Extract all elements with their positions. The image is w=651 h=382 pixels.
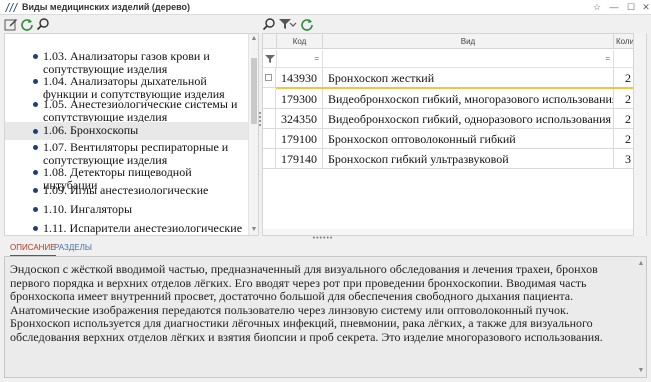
- tree-item-label: 1.05. Анестезиологические системы и сопу…: [43, 97, 238, 124]
- row-indicator[interactable]: [263, 68, 276, 88]
- tree-bullet: [33, 207, 38, 212]
- tree-bullet: [33, 188, 38, 193]
- tree-item[interactable]: 1.08. Детекторы пищеводной интубации: [5, 166, 249, 192]
- cell-kind[interactable]: Бронхоскоп гибкий ультразвуковой: [323, 149, 614, 169]
- search-icon[interactable]: [262, 17, 276, 31]
- window-title: Виды медицинских изделий (дерево): [22, 2, 191, 12]
- tree-item-label: 1.09. Иглы анестезиологические: [43, 183, 209, 197]
- scroll-down-icon[interactable]: ▼: [637, 367, 645, 374]
- filter-cell-code[interactable]: =: [277, 50, 323, 68]
- column-header-kind[interactable]: Вид: [323, 34, 614, 49]
- app-logo-icon: [5, 3, 18, 12]
- grid-corner: [263, 34, 277, 49]
- column-header-qty[interactable]: Коли: [614, 34, 633, 49]
- filter-cell-kind[interactable]: =: [323, 50, 614, 68]
- kinds-grid[interactable]: Код Вид Коли = = 143930 Бронхоскоп жестк…: [262, 33, 634, 236]
- search-icon[interactable]: [36, 17, 50, 31]
- cell-qty[interactable]: 3: [614, 149, 633, 169]
- tab-label: РАЗДЕЛЫ: [54, 243, 92, 252]
- tree-scrollbar[interactable]: ▲ ▼: [248, 34, 258, 235]
- filter-icon[interactable]: [265, 54, 275, 64]
- tab-sections[interactable]: РАЗДЕЛЫ: [54, 242, 92, 254]
- close-button[interactable]: ✕: [637, 0, 651, 14]
- scroll-up-icon[interactable]: ▲: [637, 260, 645, 267]
- tree-bullet: [33, 170, 38, 175]
- tree-bullet: [33, 145, 38, 150]
- tree-item-label: 1.03. Анализаторы газов крови и сопутств…: [43, 49, 210, 76]
- tree-item-label: 1.07. Вентиляторы респираторные и сопутс…: [43, 140, 229, 167]
- tree-item-label: 1.06. Бронхоскопы: [43, 123, 139, 137]
- tab-description[interactable]: ОПИСАНИЕ: [10, 242, 56, 256]
- chevron-down-icon[interactable]: [289, 17, 297, 31]
- tree-item-selected[interactable]: 1.06. Бронхоскопы: [5, 122, 249, 140]
- cell-kind[interactable]: Бронхоскоп жесткий: [323, 68, 614, 88]
- minimize-button[interactable]: —: [605, 0, 623, 14]
- cell-kind[interactable]: Бронхоскоп оптоволоконный гибкий: [323, 129, 614, 149]
- tree-bullet: [33, 54, 38, 59]
- description-text: Эндоскоп с жёсткой вводимой частью, пред…: [10, 262, 603, 344]
- cell-qty[interactable]: 2: [614, 109, 633, 129]
- tree-item[interactable]: 1.10. Ингаляторы: [5, 203, 249, 219]
- tree-bullet: [33, 226, 38, 231]
- tree-item[interactable]: 1.09. Иглы анестезиологические: [5, 184, 249, 200]
- row-indicator[interactable]: [263, 149, 276, 169]
- row-indicator[interactable]: [263, 89, 276, 109]
- edit-icon[interactable]: [4, 17, 18, 31]
- tab-label: ОПИСАНИЕ: [10, 243, 56, 252]
- column-header-code[interactable]: Код: [277, 34, 323, 49]
- title-bar: Виды медицинских изделий (дерево) ☆ — ☐ …: [0, 0, 651, 15]
- tree-scroll-thumb[interactable]: [251, 58, 257, 124]
- description-scrollbar[interactable]: ▲ ▼: [637, 258, 645, 376]
- category-tree[interactable]: 1.03. Анализаторы газов крови и сопутств…: [4, 33, 259, 236]
- refresh-icon[interactable]: [20, 17, 34, 31]
- tree-item-label: 1.11. Испарители анестезиологические и: [43, 221, 243, 236]
- tree-bullet: [33, 79, 38, 84]
- scroll-down-icon[interactable]: ▼: [250, 226, 258, 234]
- tree-item-label: 1.10. Ингаляторы: [43, 202, 133, 216]
- tree-bullet: [33, 129, 38, 134]
- tree-bullet: [33, 102, 38, 107]
- star-icon[interactable]: ☆: [588, 0, 606, 14]
- row-indicator[interactable]: [263, 109, 276, 129]
- cell-kind[interactable]: Видеобронхоскоп гибкий, одноразового исп…: [323, 109, 614, 129]
- row-checkbox[interactable]: [265, 74, 272, 81]
- horizontal-splitter-handle[interactable]: ••••••: [308, 235, 338, 242]
- cell-code[interactable]: 179140: [276, 149, 323, 169]
- filter-row-indicator: [263, 50, 277, 68]
- description-textarea[interactable]: Эндоскоп с жёсткой вводимой частью, пред…: [4, 256, 647, 378]
- filter-cell-qty[interactable]: [614, 50, 633, 68]
- cell-kind[interactable]: Видеобронхоскоп гибкий, многоразового ис…: [323, 89, 614, 109]
- cell-qty[interactable]: 2: [614, 68, 633, 88]
- scroll-up-icon[interactable]: ▲: [250, 35, 258, 43]
- cell-qty[interactable]: 2: [614, 89, 633, 109]
- cell-code[interactable]: 324350: [276, 109, 323, 129]
- tree-item[interactable]: 1.11. Испарители анестезиологические и: [5, 221, 249, 236]
- refresh-icon[interactable]: [300, 17, 314, 31]
- cell-qty[interactable]: 2: [614, 129, 633, 149]
- grid-vertical-scrollbar[interactable]: [634, 33, 647, 236]
- cell-code[interactable]: 143930: [276, 68, 323, 88]
- row-indicator[interactable]: [263, 129, 276, 149]
- cell-code[interactable]: 179300: [276, 89, 323, 109]
- cell-code[interactable]: 179100: [276, 129, 323, 149]
